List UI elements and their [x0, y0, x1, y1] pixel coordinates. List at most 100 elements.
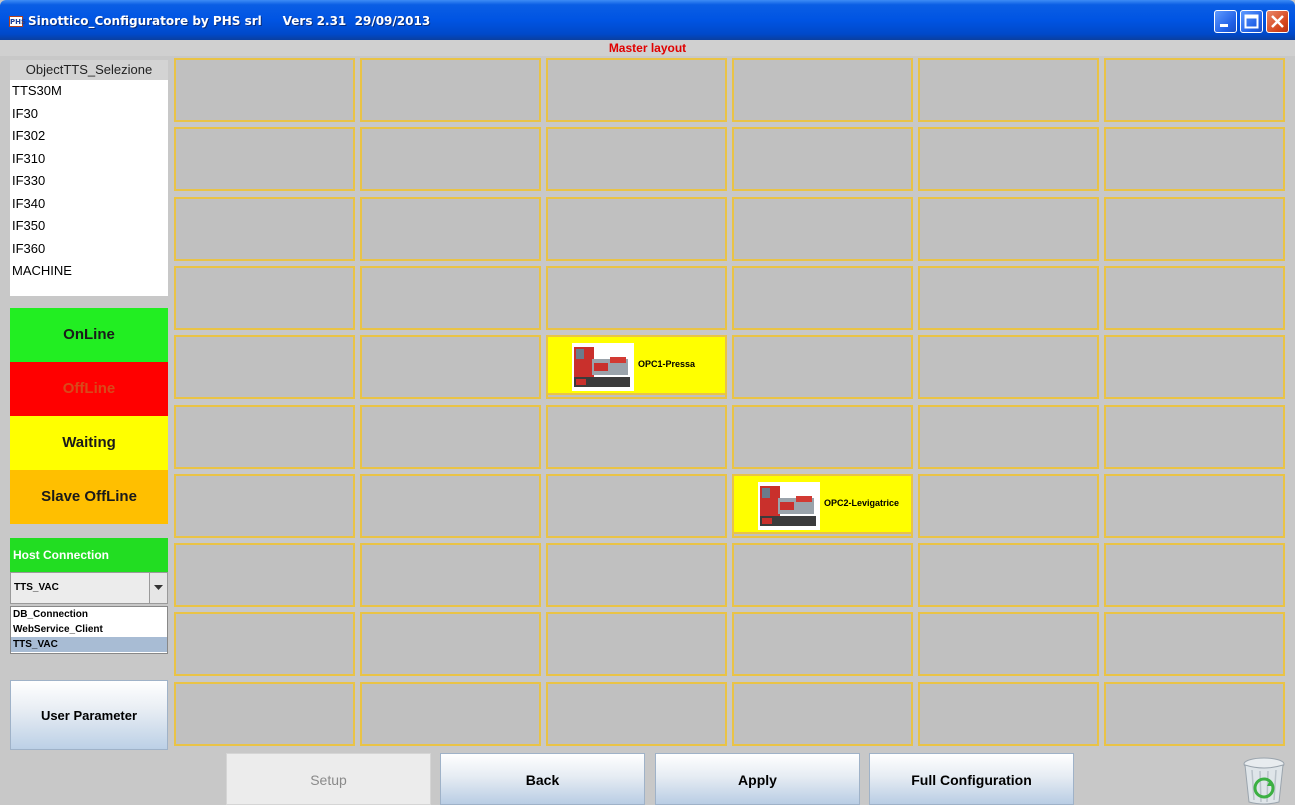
close-button[interactable]: [1266, 10, 1289, 33]
machine-label: OPC1-Pressa: [638, 359, 696, 369]
grid-cell[interactable]: [360, 405, 541, 469]
grid-cell[interactable]: [360, 266, 541, 330]
machine-tile[interactable]: OPC1-Pressa: [546, 335, 727, 395]
grid-cell[interactable]: [360, 335, 541, 399]
grid-cell[interactable]: [732, 405, 913, 469]
dropdown-option-selected[interactable]: TTS_VAC: [11, 637, 167, 652]
setup-button[interactable]: Setup: [226, 753, 431, 805]
grid-cell[interactable]: [918, 543, 1099, 607]
grid-cell[interactable]: [174, 612, 355, 676]
grid-cell[interactable]: [174, 58, 355, 122]
grid-cell[interactable]: [732, 127, 913, 191]
grid-cell[interactable]: [1104, 474, 1285, 538]
machine-label: OPC2-Levigatrice: [824, 498, 900, 508]
status-offline: OffLine: [10, 362, 168, 416]
list-item[interactable]: IF350: [10, 215, 168, 238]
list-item[interactable]: TTS30M: [10, 80, 168, 103]
grid-cell[interactable]: [732, 682, 913, 746]
object-list[interactable]: TTS30M IF30 IF302 IF310 IF330 IF340 IF35…: [10, 80, 168, 296]
grid-cell[interactable]: [1104, 58, 1285, 122]
left-panel: ObjectTTS_Selezione TTS30M IF30 IF302 IF…: [0, 56, 172, 805]
dropdown-option[interactable]: DB_Connection: [11, 607, 167, 622]
grid-cell[interactable]: [918, 58, 1099, 122]
grid-cell[interactable]: [174, 682, 355, 746]
list-item[interactable]: IF310: [10, 148, 168, 171]
grid-cell[interactable]: [174, 127, 355, 191]
grid-cell[interactable]: [546, 197, 727, 261]
grid-cell[interactable]: [732, 612, 913, 676]
grid-cell[interactable]: [546, 58, 727, 122]
grid-cell[interactable]: [546, 474, 727, 538]
grid-cell[interactable]: [546, 405, 727, 469]
list-item[interactable]: IF302: [10, 125, 168, 148]
grid-cell[interactable]: [360, 612, 541, 676]
recycle-bin-icon[interactable]: [1240, 756, 1288, 805]
grid-cell[interactable]: [174, 474, 355, 538]
grid-cell[interactable]: [360, 197, 541, 261]
machine-tile[interactable]: OPC2-Levigatrice: [732, 474, 913, 534]
app-icon: PHS: [9, 16, 27, 27]
grid-cell[interactable]: [360, 682, 541, 746]
status-online: OnLine: [10, 308, 168, 362]
grid-cell[interactable]: [546, 266, 727, 330]
list-item[interactable]: MACHINE: [10, 260, 168, 283]
grid-cell[interactable]: [732, 335, 913, 399]
grid-cell[interactable]: [360, 58, 541, 122]
apply-button[interactable]: Apply: [655, 753, 860, 805]
grid-cell[interactable]: [174, 197, 355, 261]
grid-cell[interactable]: [918, 405, 1099, 469]
grid-cell[interactable]: [546, 682, 727, 746]
grid-cell[interactable]: [1104, 682, 1285, 746]
grid-cell[interactable]: [360, 543, 541, 607]
grid-cell[interactable]: [546, 612, 727, 676]
grid-cell[interactable]: [1104, 127, 1285, 191]
back-button[interactable]: Back: [440, 753, 645, 805]
maximize-icon: [1244, 14, 1259, 29]
grid-cell[interactable]: [918, 266, 1099, 330]
host-connection-dropdown[interactable]: DB_Connection WebService_Client TTS_VAC: [10, 606, 168, 654]
list-item[interactable]: IF340: [10, 193, 168, 216]
grid-cell[interactable]: [918, 335, 1099, 399]
grid-cell[interactable]: [1104, 197, 1285, 261]
grid-cell[interactable]: [174, 543, 355, 607]
grid-cell[interactable]: [546, 543, 727, 607]
maximize-button[interactable]: [1240, 10, 1263, 33]
grid-cell[interactable]: [1104, 405, 1285, 469]
host-connection-label: Host Connection: [10, 538, 168, 572]
dropdown-option[interactable]: WebService_Client: [11, 622, 167, 637]
object-list-header: ObjectTTS_Selezione: [10, 60, 168, 80]
grid-cell[interactable]: [360, 474, 541, 538]
user-parameter-button[interactable]: User Parameter: [10, 680, 168, 750]
lathe-machine-icon: [758, 482, 820, 530]
grid-cell[interactable]: [1104, 335, 1285, 399]
minimize-icon: [1220, 24, 1228, 27]
status-waiting: Waiting: [10, 416, 168, 470]
grid-cell[interactable]: [732, 197, 913, 261]
grid-cell[interactable]: [546, 127, 727, 191]
host-connection-combo[interactable]: TTS_VAC: [10, 572, 168, 604]
grid-cell[interactable]: [174, 335, 355, 399]
grid-cell[interactable]: [732, 543, 913, 607]
grid-cell[interactable]: [174, 405, 355, 469]
grid-cell[interactable]: [1104, 266, 1285, 330]
grid-cell[interactable]: [918, 197, 1099, 261]
grid-cell[interactable]: [918, 474, 1099, 538]
full-configuration-button[interactable]: Full Configuration: [869, 753, 1074, 805]
list-item[interactable]: IF330: [10, 170, 168, 193]
grid-cell[interactable]: [1104, 543, 1285, 607]
grid-cell[interactable]: [174, 266, 355, 330]
grid-cell[interactable]: [732, 58, 913, 122]
minimize-button[interactable]: [1214, 10, 1237, 33]
window-title-bar[interactable]: PHS Sinottico_Configuratore by PHS srl V…: [0, 0, 1295, 40]
window-title: Sinottico_Configuratore by PHS srl Vers …: [28, 14, 431, 28]
combo-arrow-button[interactable]: [149, 573, 167, 603]
grid-cell[interactable]: [732, 266, 913, 330]
grid-cell[interactable]: [918, 682, 1099, 746]
grid-cell[interactable]: [918, 127, 1099, 191]
list-item[interactable]: IF360: [10, 238, 168, 261]
grid-cell[interactable]: [918, 612, 1099, 676]
grid-cell[interactable]: [360, 127, 541, 191]
grid-cell[interactable]: [1104, 612, 1285, 676]
list-item[interactable]: IF30: [10, 103, 168, 126]
lathe-machine-icon: [572, 343, 634, 391]
